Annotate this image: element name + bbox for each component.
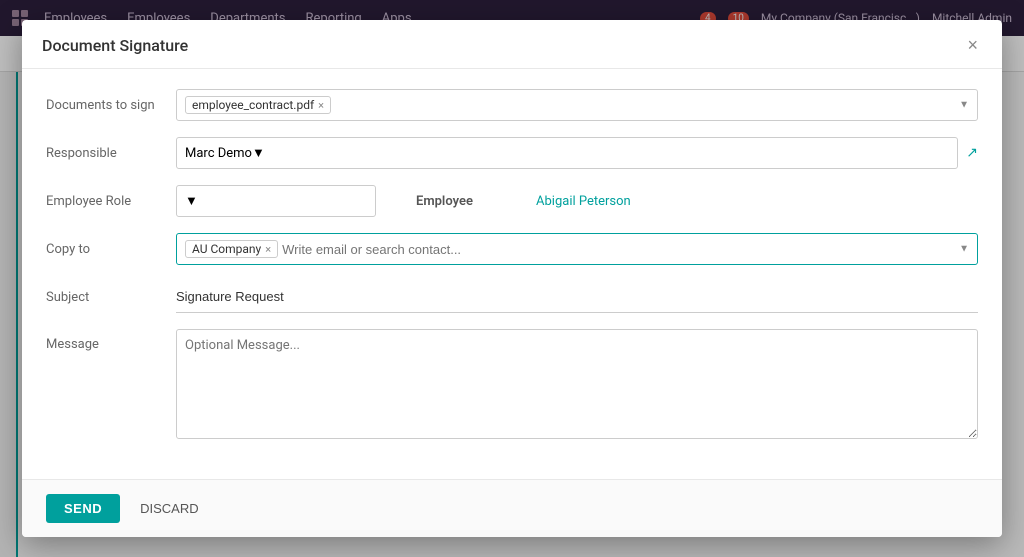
external-link-icon[interactable]: ↗ [966,145,978,161]
documents-to-sign-row: Documents to sign employee_contract.pdf … [46,89,978,121]
responsible-row: Responsible Marc Demo ▼ ↗ [46,137,978,169]
employee-role-row: Employee Role ▼ Employee Abigail Peterso… [46,185,978,217]
copy-to-row: Copy to AU Company × ▼ [46,233,978,265]
send-button[interactable]: SEND [46,494,120,523]
copy-to-field[interactable]: AU Company × ▼ [176,233,978,265]
modal-overlay: Document Signature × Documents to sign e… [0,0,1024,557]
employee-name[interactable]: Abigail Peterson [536,194,631,209]
modal-footer: SEND DISCARD [22,479,1002,537]
role-dropdown-arrow: ▼ [185,193,198,209]
copy-to-input[interactable] [282,242,969,257]
modal-dialog: Document Signature × Documents to sign e… [22,20,1002,537]
responsible-label: Responsible [46,146,176,161]
message-row: Message [46,329,978,443]
message-label: Message [46,329,176,352]
modal-body: Documents to sign employee_contract.pdf … [22,69,1002,479]
subject-label: Subject [46,290,176,305]
message-control [176,329,978,443]
responsible-value: Marc Demo [185,146,252,161]
discard-button[interactable]: DISCARD [132,494,207,523]
subject-row: Subject [46,281,978,313]
modal-header: Document Signature × [22,20,1002,69]
employee-role-wrap: ▼ Employee Abigail Peterson [176,185,978,217]
modal-title: Document Signature [42,36,188,55]
document-tag-label: employee_contract.pdf [192,98,314,112]
copy-to-tag: AU Company × [185,240,278,258]
employee-role-select[interactable]: ▼ [176,185,376,217]
responsible-dropdown-arrow: ▼ [252,145,265,161]
subject-control [176,281,978,313]
responsible-field[interactable]: Marc Demo ▼ [176,137,958,169]
copy-to-tag-label: AU Company [192,242,261,256]
subject-input[interactable] [176,281,978,313]
documents-dropdown-arrow: ▼ [959,100,969,111]
copy-to-tag-remove[interactable]: × [265,243,271,256]
message-textarea[interactable] [176,329,978,439]
employee-role-label: Employee Role [46,194,176,209]
documents-to-sign-label: Documents to sign [46,98,176,113]
copy-to-label: Copy to [46,242,176,257]
document-tag: employee_contract.pdf × [185,96,331,114]
modal-close-button[interactable]: × [963,34,982,56]
responsible-wrap: Marc Demo ▼ ↗ [176,137,978,169]
employee-column-label: Employee [416,194,496,209]
documents-to-sign-select[interactable]: employee_contract.pdf × ▼ [176,89,978,121]
copy-to-dropdown-arrow: ▼ [959,244,969,255]
document-tag-remove[interactable]: × [318,99,324,112]
documents-to-sign-control: employee_contract.pdf × ▼ [176,89,978,121]
